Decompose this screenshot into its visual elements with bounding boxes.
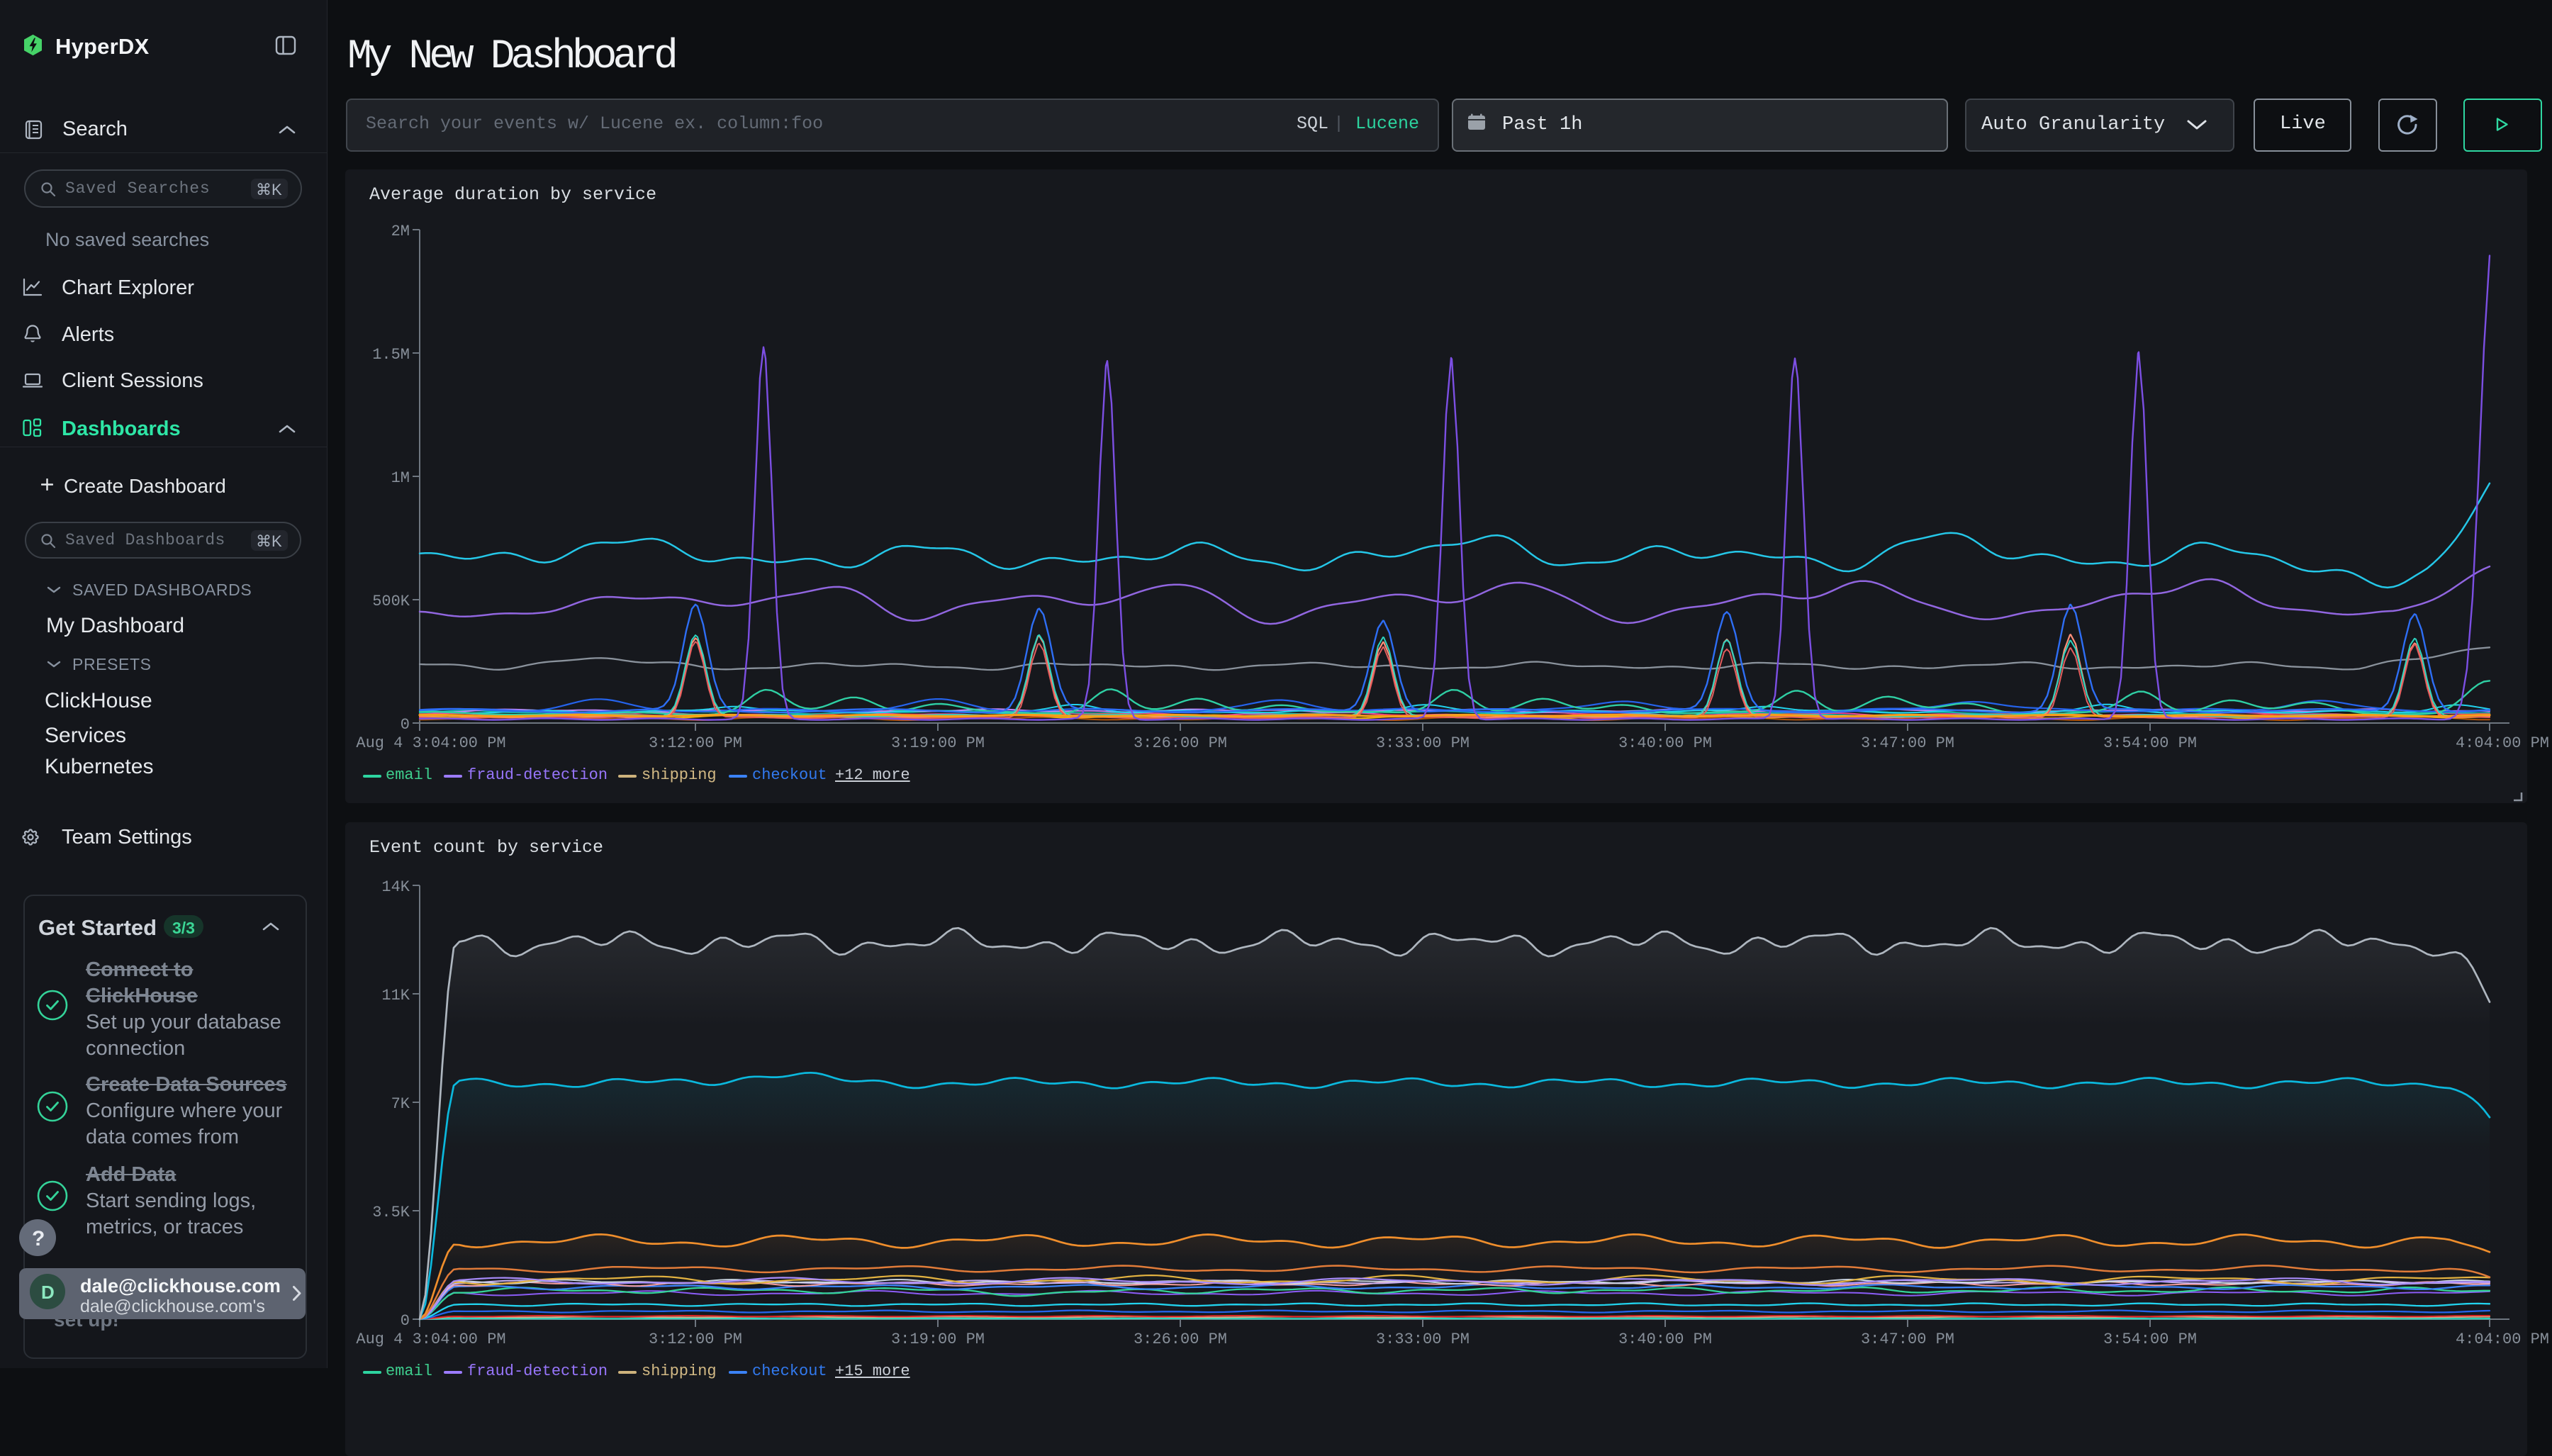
- svg-text:14K: 14K: [381, 878, 410, 896]
- svg-text:11K: 11K: [381, 987, 410, 1004]
- svg-text:3:33:00 PM: 3:33:00 PM: [1376, 1331, 1470, 1348]
- svg-text:3:12:00 PM: 3:12:00 PM: [649, 1331, 742, 1348]
- svg-text:4:04:00 PM: 4:04:00 PM: [2456, 734, 2549, 752]
- svg-text:0: 0: [401, 716, 410, 734]
- svg-text:Aug 4 3:04:00 PM: Aug 4 3:04:00 PM: [356, 1331, 505, 1348]
- svg-text:3:40:00 PM: 3:40:00 PM: [1618, 734, 1712, 752]
- svg-text:1M: 1M: [391, 469, 410, 487]
- svg-text:3:54:00 PM: 3:54:00 PM: [2103, 734, 2197, 752]
- svg-text:3:19:00 PM: 3:19:00 PM: [891, 734, 985, 752]
- svg-text:3:54:00 PM: 3:54:00 PM: [2103, 1331, 2197, 1348]
- svg-text:3.5K: 3.5K: [372, 1204, 410, 1221]
- svg-text:1.5M: 1.5M: [372, 346, 410, 364]
- svg-text:2M: 2M: [391, 223, 410, 240]
- svg-text:3:26:00 PM: 3:26:00 PM: [1134, 734, 1227, 752]
- svg-text:3:19:00 PM: 3:19:00 PM: [891, 1331, 985, 1348]
- svg-text:3:40:00 PM: 3:40:00 PM: [1618, 1331, 1712, 1348]
- svg-text:3:47:00 PM: 3:47:00 PM: [1861, 1331, 1954, 1348]
- svg-text:7K: 7K: [391, 1095, 410, 1113]
- svg-text:3:33:00 PM: 3:33:00 PM: [1376, 734, 1470, 752]
- svg-text:500K: 500K: [372, 593, 410, 610]
- svg-text:3:47:00 PM: 3:47:00 PM: [1861, 734, 1954, 752]
- svg-text:4:04:00 PM: 4:04:00 PM: [2456, 1331, 2549, 1348]
- svg-text:Aug 4 3:04:00 PM: Aug 4 3:04:00 PM: [356, 734, 505, 752]
- svg-text:3:26:00 PM: 3:26:00 PM: [1134, 1331, 1227, 1348]
- svg-text:0: 0: [401, 1312, 410, 1330]
- svg-text:3:12:00 PM: 3:12:00 PM: [649, 734, 742, 752]
